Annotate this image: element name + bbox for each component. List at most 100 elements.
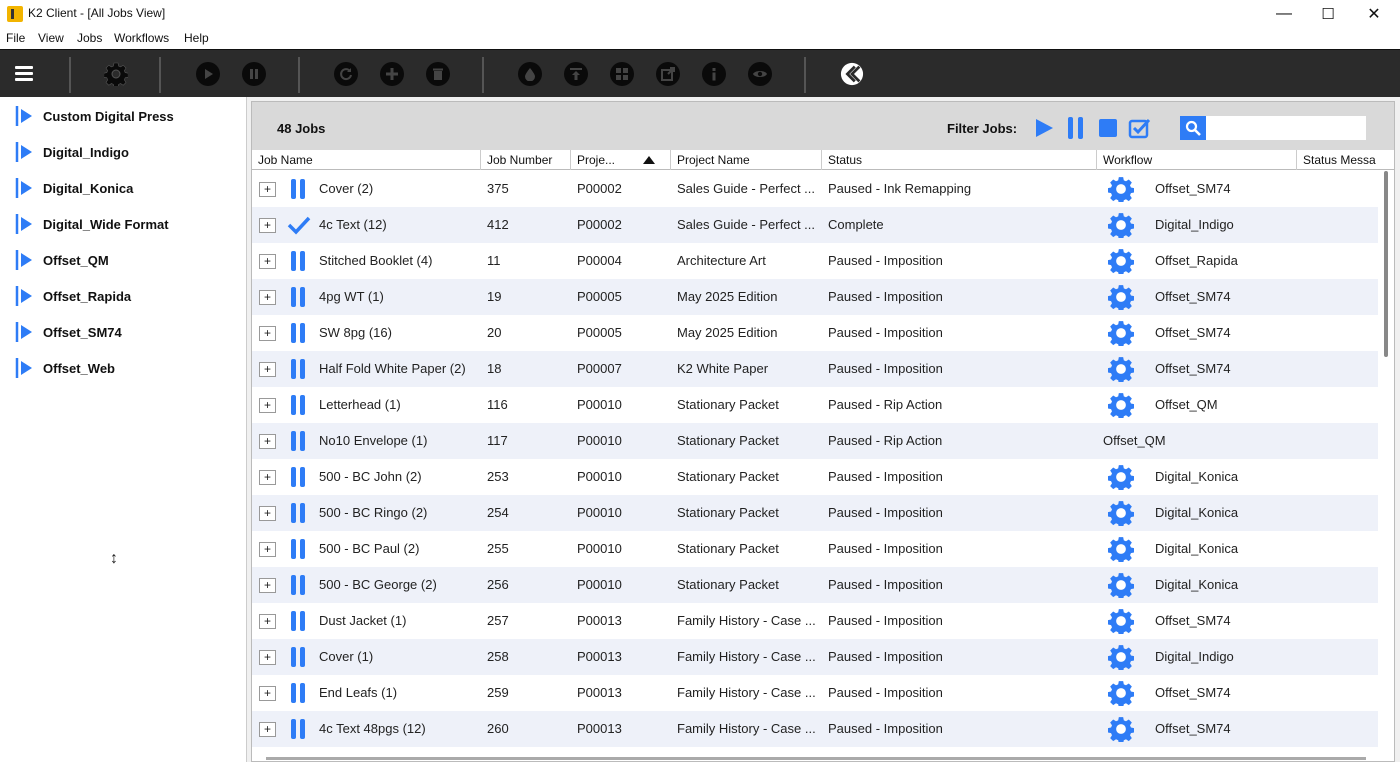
table-row[interactable]: + End Leafs (1) 259 P00013 Family History - … (252, 675, 1378, 711)
column-header-status[interactable]: Status (822, 150, 1097, 170)
workflow-sidebar: Custom Digital Press Digital_Indigo Digita… (0, 97, 247, 762)
sidebar-item-workflow[interactable]: Digital_Konica (14, 176, 133, 200)
table-row[interactable]: +500 - BC George (2) 256 P00010 Stationary … (252, 567, 1378, 603)
toolbar (0, 49, 1400, 97)
workflow-gear-icon[interactable] (1107, 500, 1135, 528)
workflow-gear-icon[interactable] (1107, 572, 1135, 600)
workflow-gear-icon[interactable] (1107, 356, 1135, 384)
expand-row-button[interactable]: + (259, 434, 276, 449)
horizontal-scrollbar[interactable] (266, 752, 1366, 760)
vertical-scrollbar-thumb[interactable] (1384, 171, 1388, 357)
table-row[interactable]: + Half Fold White Paper (2) 18 P00007 K2 Whi… (252, 351, 1378, 387)
sidebar-item-workflow[interactable]: Digital_Indigo (14, 140, 129, 164)
maximize-button[interactable]: ☐ (1305, 0, 1351, 28)
info-icon[interactable] (702, 62, 726, 86)
table-row[interactable]: +500 - BC Ringo (2) 254 P00010 Stationary P… (252, 495, 1378, 531)
table-row[interactable]: +4pg WT (1) 19 P00005 May 2025 Edition Pause… (252, 279, 1378, 315)
view-eye-icon[interactable] (748, 62, 772, 86)
upload-icon[interactable] (564, 62, 588, 86)
expand-row-button[interactable]: + (259, 254, 276, 269)
sidebar-item-workflow[interactable]: Offset_Web (14, 356, 115, 380)
table-row[interactable]: + Cover (2) 375 P00002 Sales Guide - Perfect… (252, 171, 1378, 207)
workflow-gear-icon[interactable] (1107, 284, 1135, 312)
expand-row-button[interactable]: + (259, 650, 276, 665)
add-icon[interactable] (380, 62, 404, 86)
table-row[interactable]: + Letterhead (1) 116 P00010 Stationary Packe… (252, 387, 1378, 423)
menu-icon[interactable] (15, 66, 33, 82)
column-header-project-name[interactable]: Project Name (671, 150, 822, 170)
sidebar-item-workflow[interactable]: Custom Digital Press (14, 104, 174, 128)
menu-view[interactable]: View (38, 31, 64, 45)
sidebar-item-workflow[interactable]: Offset_Rapida (14, 284, 131, 308)
column-header-status-message[interactable]: Status Messa (1297, 150, 1394, 170)
expand-row-button[interactable]: + (259, 326, 276, 341)
table-row[interactable]: + SW 8pg (16) 20 P00005 May 2025 Edition Paus… (252, 315, 1378, 351)
expand-row-button[interactable]: + (259, 686, 276, 701)
minimize-button[interactable]: — (1261, 0, 1307, 28)
menu-file[interactable]: File (6, 31, 25, 45)
k2-logo-icon[interactable] (840, 62, 864, 86)
menu-workflows[interactable]: Workflows (114, 31, 169, 45)
workflow-gear-icon[interactable] (1107, 680, 1135, 708)
expand-row-button[interactable]: + (259, 218, 276, 233)
column-header-job-name[interactable]: Job Name (252, 150, 481, 170)
column-header-project[interactable]: Proje... (571, 150, 671, 170)
menu-help[interactable]: Help (184, 31, 209, 45)
table-row[interactable]: +4c Text 48pgs (12) 260 P00013 Family Histo… (252, 711, 1378, 747)
settings-gear-icon[interactable] (104, 62, 128, 86)
ink-drop-icon[interactable] (518, 62, 542, 86)
refresh-icon[interactable] (334, 62, 358, 86)
search-input[interactable] (1208, 118, 1362, 138)
workflow-gear-icon[interactable] (1107, 392, 1135, 420)
expand-row-button[interactable]: + (259, 290, 276, 305)
sidebar-item-workflow[interactable]: Offset_SM74 (14, 320, 122, 344)
grid-icon[interactable] (610, 62, 634, 86)
workflow-gear-icon[interactable] (1107, 464, 1135, 492)
expand-row-button[interactable]: + (259, 470, 276, 485)
expand-row-button[interactable]: + (259, 506, 276, 521)
table-row[interactable]: + No10 Envelope (1) 117 P00010 Stationary Pa… (252, 423, 1378, 459)
workflow-gear-icon[interactable] (1107, 644, 1135, 672)
expand-row-button[interactable]: + (259, 182, 276, 197)
expand-row-button[interactable]: + (259, 362, 276, 377)
filter-stopped-icon[interactable] (1098, 118, 1118, 141)
expand-row-button[interactable]: + (259, 722, 276, 737)
workflow-gear-icon[interactable] (1107, 212, 1135, 240)
workflow-gear-icon[interactable] (1107, 608, 1135, 636)
project-name-cell: K2 White Paper (677, 361, 769, 376)
column-header-workflow[interactable]: Workflow (1097, 150, 1297, 170)
workflow-gear-icon[interactable] (1107, 248, 1135, 276)
expand-row-button[interactable]: + (259, 578, 276, 593)
delete-icon[interactable] (426, 62, 450, 86)
workflow-gear-icon[interactable] (1107, 536, 1135, 564)
paused-icon (287, 574, 309, 596)
workflow-gear-icon[interactable] (1107, 320, 1135, 348)
close-button[interactable]: ✕ (1351, 0, 1397, 28)
filter-running-icon[interactable] (1033, 117, 1055, 142)
horizontal-scrollbar-thumb[interactable] (266, 757, 1366, 760)
expand-row-button[interactable]: + (259, 542, 276, 557)
workflow-cell: Offset_SM74 (1155, 685, 1231, 700)
workflow-gear-icon[interactable] (1107, 176, 1135, 204)
expand-row-button[interactable]: + (259, 398, 276, 413)
sidebar-item-workflow[interactable]: Digital_Wide Format (14, 212, 169, 236)
table-row[interactable]: +4c Text (12) 412 P00002 Sales Guide - Perf… (252, 207, 1378, 243)
workflow-gear-icon[interactable] (1107, 716, 1135, 744)
export-icon[interactable] (656, 62, 680, 86)
menu-jobs[interactable]: Jobs (77, 31, 102, 45)
table-row[interactable]: +500 - BC John (2) 253 P00010 Stationary Pa… (252, 459, 1378, 495)
filter-paused-icon[interactable] (1066, 116, 1086, 143)
table-row[interactable]: + Stitched Booklet (4) 11 P00004 Architectur… (252, 243, 1378, 279)
table-row[interactable]: +500 - BC Paul (2) 255 P00010 Stationary Pa… (252, 531, 1378, 567)
table-row[interactable]: + Cover (1) 258 P00013 Family History - Case… (252, 639, 1378, 675)
column-header-job-number[interactable]: Job Number (481, 150, 571, 170)
table-row[interactable]: + Dust Jacket (1) 257 P00013 Family History … (252, 603, 1378, 639)
play-icon[interactable] (196, 62, 220, 86)
paused-icon (287, 466, 309, 488)
vertical-scrollbar[interactable] (1381, 171, 1393, 751)
filter-complete-icon[interactable] (1128, 116, 1152, 143)
sidebar-item-workflow[interactable]: Offset_QM (14, 248, 109, 272)
search-icon[interactable] (1180, 116, 1206, 140)
expand-row-button[interactable]: + (259, 614, 276, 629)
pause-icon[interactable] (242, 62, 266, 86)
